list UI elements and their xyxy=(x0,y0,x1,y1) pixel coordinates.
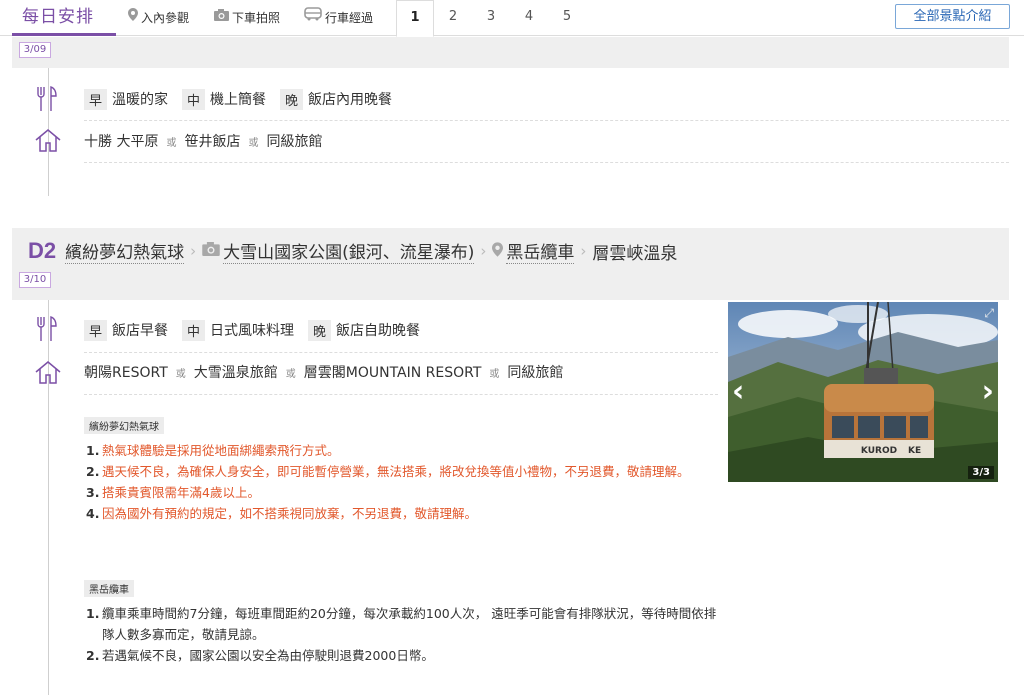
route-stop[interactable]: 黑岳纜車 xyxy=(506,238,575,264)
lunch-text: 機上簡餐 xyxy=(210,92,267,108)
house-icon xyxy=(35,128,61,152)
house-icon xyxy=(35,360,61,384)
legend-photo: 下車拍照 xyxy=(214,0,280,36)
list-item: 3. 搭乘貴賓限需年滿4歲以上。 xyxy=(86,485,260,500)
list-item: 2. 若遇氣候不良，國家公園以安全為由停駛則退費2000日幣。 xyxy=(86,648,434,663)
photo-counter: 3/3 xyxy=(968,466,994,479)
list-item: 1. 纜車乘車時間約7分鐘，每班車間距約20分鐘，每次承載約100人次， 遠旺季可… xyxy=(86,606,717,642)
day2-date: 3/10 xyxy=(19,272,51,288)
map-pin-icon xyxy=(492,241,504,261)
day2-meals: 早 飯店早餐 中 日式風味料理 晚 飯店自助晚餐 xyxy=(84,319,434,341)
day1-hotels: 十勝 大平原 或 笹井飯店 或 同級旅館 xyxy=(84,130,322,152)
breakfast-tag: 早 xyxy=(84,319,108,341)
utensils-icon xyxy=(36,316,58,342)
lunch-tag: 中 xyxy=(182,88,206,110)
or-label: 或 xyxy=(248,137,259,149)
legend-visit: 入內參觀 xyxy=(128,0,189,36)
ropeway-photo: KUROD KE xyxy=(728,302,998,482)
hotel-option[interactable]: 大雪溫泉旅館 xyxy=(194,362,278,382)
list-item: 2. 遇天候不良，為確保人身安全，即可能暫停營業，無法搭乘，將改兌換等值小禮物，不… xyxy=(86,464,690,479)
photo-carousel[interactable]: KUROD KE ‹ › ⤢ 3/3 xyxy=(728,302,998,482)
camera-icon xyxy=(214,0,229,36)
breakfast-text: 溫暖的家 xyxy=(112,92,169,108)
ropeway-notes-list: 1. 纜車乘車時間約7分鐘，每班車間距約20分鐘，每次承載約100人次， 遠旺季可… xyxy=(86,603,721,666)
photo-brand: KUROD xyxy=(861,446,897,456)
daily-schedule-title[interactable]: 每日安排 xyxy=(12,0,116,36)
hotel-option[interactable]: 朝陽RESORT xyxy=(84,362,168,382)
photo-brand-suffix: KE xyxy=(908,446,921,456)
hotel-option: 同級旅館 xyxy=(507,365,564,381)
day2-route: D2 繽紛夢幻熱氣球 › 大雪山國家公園(銀河、流星瀑布) › 黑岳纜車 › 層… xyxy=(28,238,677,264)
utensils-icon xyxy=(36,86,58,112)
chevron-right-icon: › xyxy=(480,242,487,260)
divider xyxy=(84,352,718,353)
breakfast-tag: 早 xyxy=(84,88,108,110)
day1-meals: 早 溫暖的家 中 機上簡餐 晚 飯店內用晚餐 xyxy=(84,88,406,110)
bus-icon xyxy=(304,0,322,36)
breakfast-text: 飯店早餐 xyxy=(112,323,169,339)
chevron-right-icon: › xyxy=(580,242,587,260)
balloon-notes-list: 1. 熱氣球體驗是採用從地面綁繩索飛行方式。 2. 遇天候不良，為確保人身安全，即可… xyxy=(86,440,721,524)
route-stop[interactable]: 大雪山國家公園(銀河、流星瀑布) xyxy=(223,238,475,264)
route-stop[interactable]: 繽紛夢幻熱氣球 xyxy=(65,238,185,264)
day-tab-5[interactable]: 5 xyxy=(548,0,586,36)
or-label: 或 xyxy=(285,368,296,380)
list-item: 1. 熱氣球體驗是採用從地面綁繩索飛行方式。 xyxy=(86,443,340,458)
expand-icon[interactable]: ⤢ xyxy=(984,306,994,321)
lunch-text: 日式風味料理 xyxy=(210,323,295,339)
camera-icon xyxy=(202,242,220,260)
legend-pass: 行車經過 xyxy=(304,0,373,36)
hotel-option[interactable]: 層雲閣MOUNTAIN RESORT xyxy=(304,362,482,382)
carousel-next-button[interactable]: › xyxy=(982,374,994,409)
or-label: 或 xyxy=(489,368,500,380)
carousel-prev-button[interactable]: ‹ xyxy=(732,374,744,409)
notes-title-ropeway: 黑岳纜車 xyxy=(84,580,134,597)
hotel-option[interactable]: 十勝 大平原 xyxy=(84,131,158,151)
hotel-option[interactable]: 笹井飯店 xyxy=(184,131,240,151)
all-spots-button[interactable]: 全部景點介紹 xyxy=(895,4,1010,29)
map-pin-icon xyxy=(128,0,138,36)
dinner-tag: 晚 xyxy=(308,319,332,341)
list-item: 4. 因為國外有預約的規定，如不搭乘視同放棄，不另退費，敬請理解。 xyxy=(86,506,478,521)
day1-header xyxy=(12,37,1009,68)
day-tab-1[interactable]: 1 xyxy=(396,0,434,37)
itinerary-tab-bar: 每日安排 入內參觀 下車拍照 行車經過 1 2 3 4 5 全部景點介紹 xyxy=(0,0,1024,37)
legend-photo-label: 下車拍照 xyxy=(232,11,281,25)
day2-hotels: 朝陽RESORT 或 大雪溫泉旅館 或 層雲閣MOUNTAIN RESORT 或… xyxy=(84,361,563,383)
day2-label: D2 xyxy=(28,238,57,263)
divider xyxy=(84,120,1009,121)
day1-date: 3/09 xyxy=(19,42,51,58)
legend-visit-label: 入內參觀 xyxy=(141,11,190,25)
legend-pass-label: 行車經過 xyxy=(325,11,374,25)
lunch-tag: 中 xyxy=(182,319,206,341)
or-label: 或 xyxy=(166,137,177,149)
notes-title-balloon: 繽紛夢幻熱氣球 xyxy=(84,417,164,434)
dinner-text: 飯店內用晚餐 xyxy=(308,92,393,108)
day-tab-2[interactable]: 2 xyxy=(434,0,472,36)
day-tab-3[interactable]: 3 xyxy=(472,0,510,36)
chevron-right-icon: › xyxy=(190,242,197,260)
day-tab-4[interactable]: 4 xyxy=(510,0,548,36)
dinner-tag: 晚 xyxy=(280,88,304,110)
divider xyxy=(84,162,1009,163)
day-tabs: 1 2 3 4 5 xyxy=(396,0,586,37)
dinner-text: 飯店自助晚餐 xyxy=(336,323,421,339)
hotel-option: 同級旅館 xyxy=(266,134,323,150)
divider xyxy=(84,394,718,395)
or-label: 或 xyxy=(175,368,186,380)
route-stop: 層雲峽溫泉 xyxy=(592,243,678,264)
